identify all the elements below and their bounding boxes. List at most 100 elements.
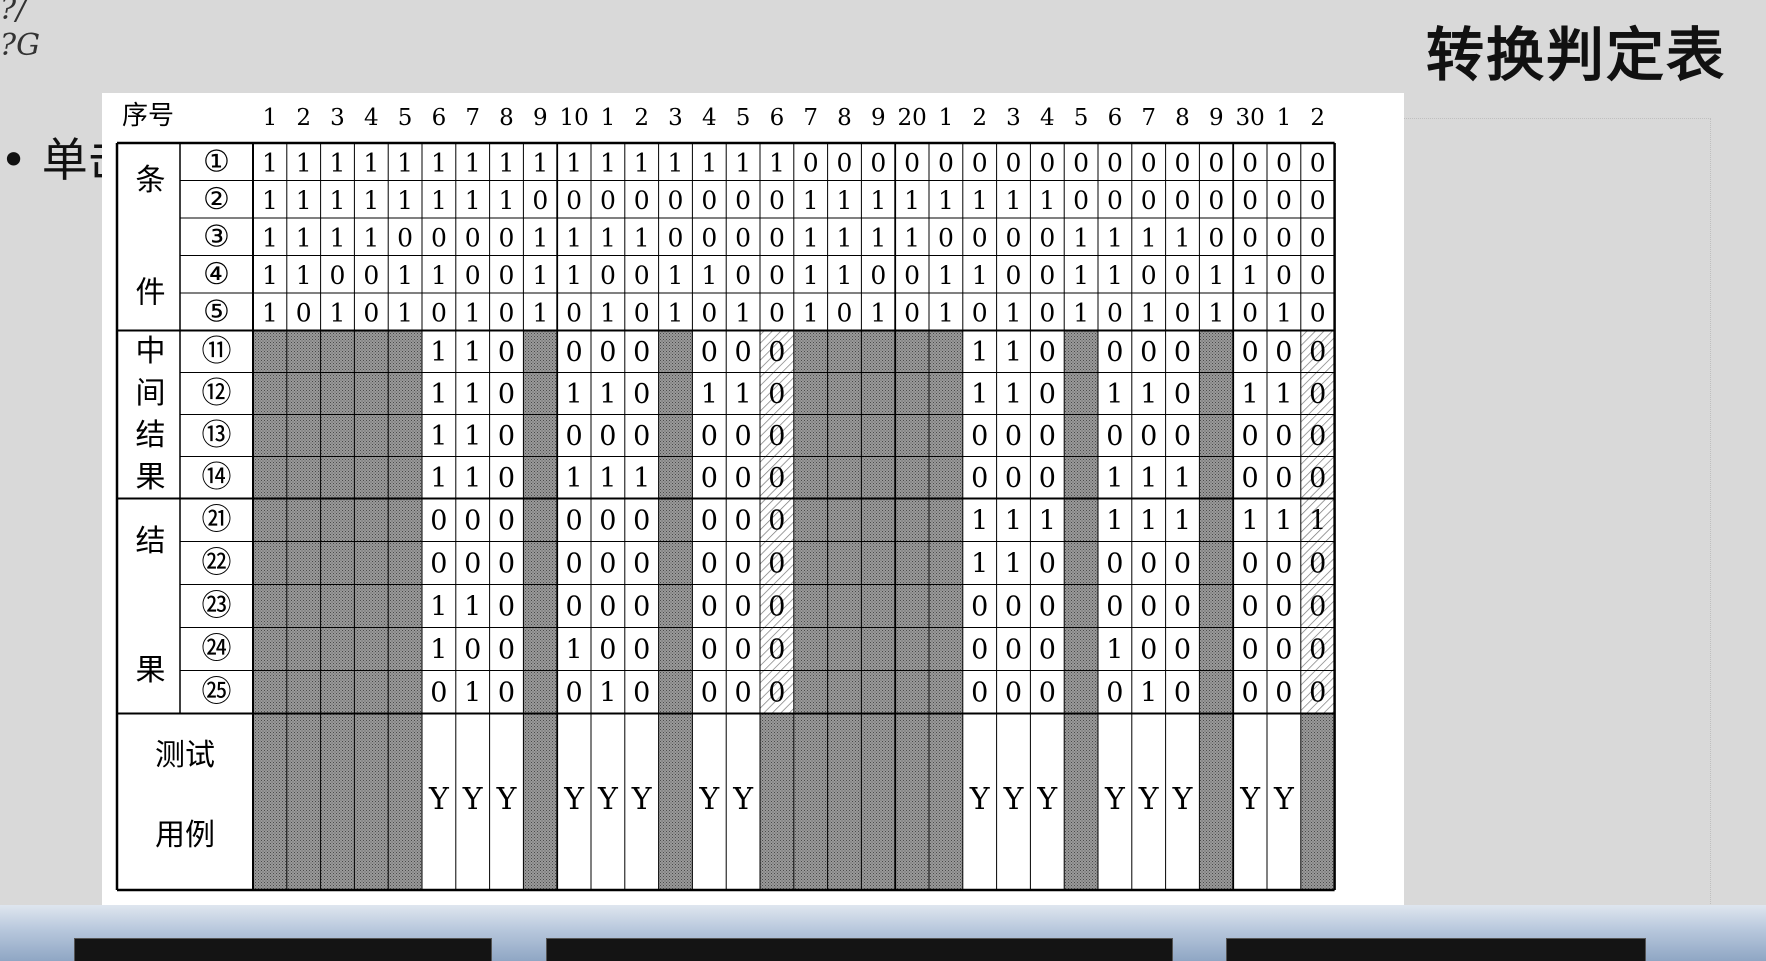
result-value: 0 [566, 506, 583, 537]
result-value: 0 [498, 549, 515, 580]
intermediate-value: 0 [633, 421, 650, 452]
condition-value: 0 [769, 261, 785, 290]
condition-value: 0 [1175, 186, 1191, 215]
condition-value: 1 [262, 298, 278, 327]
column-number: 8 [837, 105, 852, 131]
result-value: 0 [1140, 592, 1157, 623]
result-value: 0 [430, 678, 447, 709]
row-marker: ㉓ [202, 589, 232, 624]
condition-value: 1 [296, 223, 312, 252]
intermediate-value: 0 [633, 337, 650, 368]
result-value: 0 [1275, 678, 1292, 709]
condition-value: 0 [735, 261, 751, 290]
condition-value: 1 [1073, 261, 1089, 290]
condition-value: 0 [1141, 186, 1157, 215]
condition-value: 1 [938, 186, 954, 215]
result-value: 0 [1039, 678, 1056, 709]
test-case-mark: Y [1239, 782, 1261, 817]
intermediate-value: 1 [464, 379, 481, 410]
result-value: 0 [971, 635, 988, 666]
column-number: 8 [1175, 105, 1190, 131]
condition-value: 0 [1276, 261, 1292, 290]
condition-value: 0 [769, 298, 785, 327]
column-number: 1 [601, 105, 616, 131]
intermediate-value: 1 [1005, 379, 1022, 410]
column-number: 2 [634, 105, 649, 131]
condition-value: 0 [1107, 186, 1123, 215]
condition-value: 1 [600, 223, 616, 252]
result-value: 0 [633, 592, 650, 623]
condition-value: 1 [634, 148, 650, 177]
condition-value: 1 [1175, 223, 1191, 252]
result-value: 0 [1242, 549, 1259, 580]
test-case-mark: Y [1172, 782, 1194, 817]
test-case-mark: Y [1138, 782, 1160, 817]
column-number: 4 [364, 105, 379, 131]
condition-value: 1 [938, 298, 954, 327]
test-case-mark: Y [496, 782, 518, 817]
condition-value: 1 [735, 148, 751, 177]
row-marker: ㉑ [202, 503, 232, 538]
result-value: 1 [971, 549, 988, 580]
condition-value: 0 [363, 298, 379, 327]
condition-value: 1 [1073, 223, 1089, 252]
intermediate-value: 1 [1106, 463, 1123, 494]
row-marker: ② [203, 182, 230, 217]
intermediate-value: 0 [566, 421, 583, 452]
taskbar-button[interactable] [74, 938, 492, 961]
result-value: 0 [768, 549, 785, 580]
condition-value: 1 [1208, 298, 1224, 327]
condition-value: 1 [1039, 186, 1055, 215]
condition-value: 0 [296, 298, 312, 327]
taskbar-button[interactable] [546, 938, 1173, 961]
intermediate-value: 1 [566, 463, 583, 494]
condition-value: 1 [972, 186, 988, 215]
column-number: 30 [1235, 105, 1264, 131]
condition-value: 0 [972, 223, 988, 252]
condition-value: 1 [532, 261, 548, 290]
condition-value: 0 [499, 298, 515, 327]
condition-value: 0 [1039, 298, 1055, 327]
taskbar-button[interactable] [1226, 938, 1646, 961]
condition-value: 1 [566, 148, 582, 177]
condition-value: 0 [1310, 223, 1326, 252]
intermediate-value: 0 [566, 337, 583, 368]
test-case-mark: Y [969, 782, 991, 817]
row-marker: ⑬ [202, 418, 232, 453]
result-value: 0 [1005, 678, 1022, 709]
result-value: 0 [1106, 678, 1123, 709]
condition-value: 0 [701, 298, 717, 327]
test-case-mark: Y [1273, 782, 1295, 817]
condition-value: 1 [431, 148, 447, 177]
intermediate-value: 0 [735, 463, 752, 494]
intermediate-value: 1 [971, 337, 988, 368]
condition-value: 0 [904, 148, 920, 177]
condition-value: 1 [1073, 298, 1089, 327]
result-value: 1 [1275, 506, 1292, 537]
condition-value: 1 [397, 298, 413, 327]
condition-value: 1 [904, 223, 920, 252]
condition-value: 1 [701, 261, 717, 290]
condition-value: 0 [634, 298, 650, 327]
result-value: 1 [566, 635, 583, 666]
condition-value: 1 [1276, 298, 1292, 327]
intermediate-value: 0 [1106, 337, 1123, 368]
group-label: 条 [136, 163, 166, 198]
decision-table: 序号 1 2 3 4 5 6 7 8 9 10 1 2 3 4 5 6 7 8 9 20 1 2 3 4 5 6 7 8 9 30 1 2条件①… [115, 101, 1336, 892]
result-value: 0 [599, 549, 616, 580]
intermediate-value: 0 [1242, 421, 1259, 452]
condition-value: 0 [363, 261, 379, 290]
condition-value: 1 [837, 186, 853, 215]
intermediate-value: 0 [701, 337, 718, 368]
intermediate-value: 0 [1174, 421, 1191, 452]
test-case-mark: Y [428, 782, 450, 817]
result-value: 0 [566, 678, 583, 709]
result-value: 0 [1309, 678, 1326, 709]
intermediate-value: 0 [735, 337, 752, 368]
corner-text: ?/ ?G [0, 0, 40, 64]
intermediate-value: 1 [566, 379, 583, 410]
result-value: 0 [1140, 635, 1157, 666]
result-value: 0 [735, 635, 752, 666]
intermediate-value: 1 [430, 463, 447, 494]
result-value: 0 [1039, 592, 1056, 623]
